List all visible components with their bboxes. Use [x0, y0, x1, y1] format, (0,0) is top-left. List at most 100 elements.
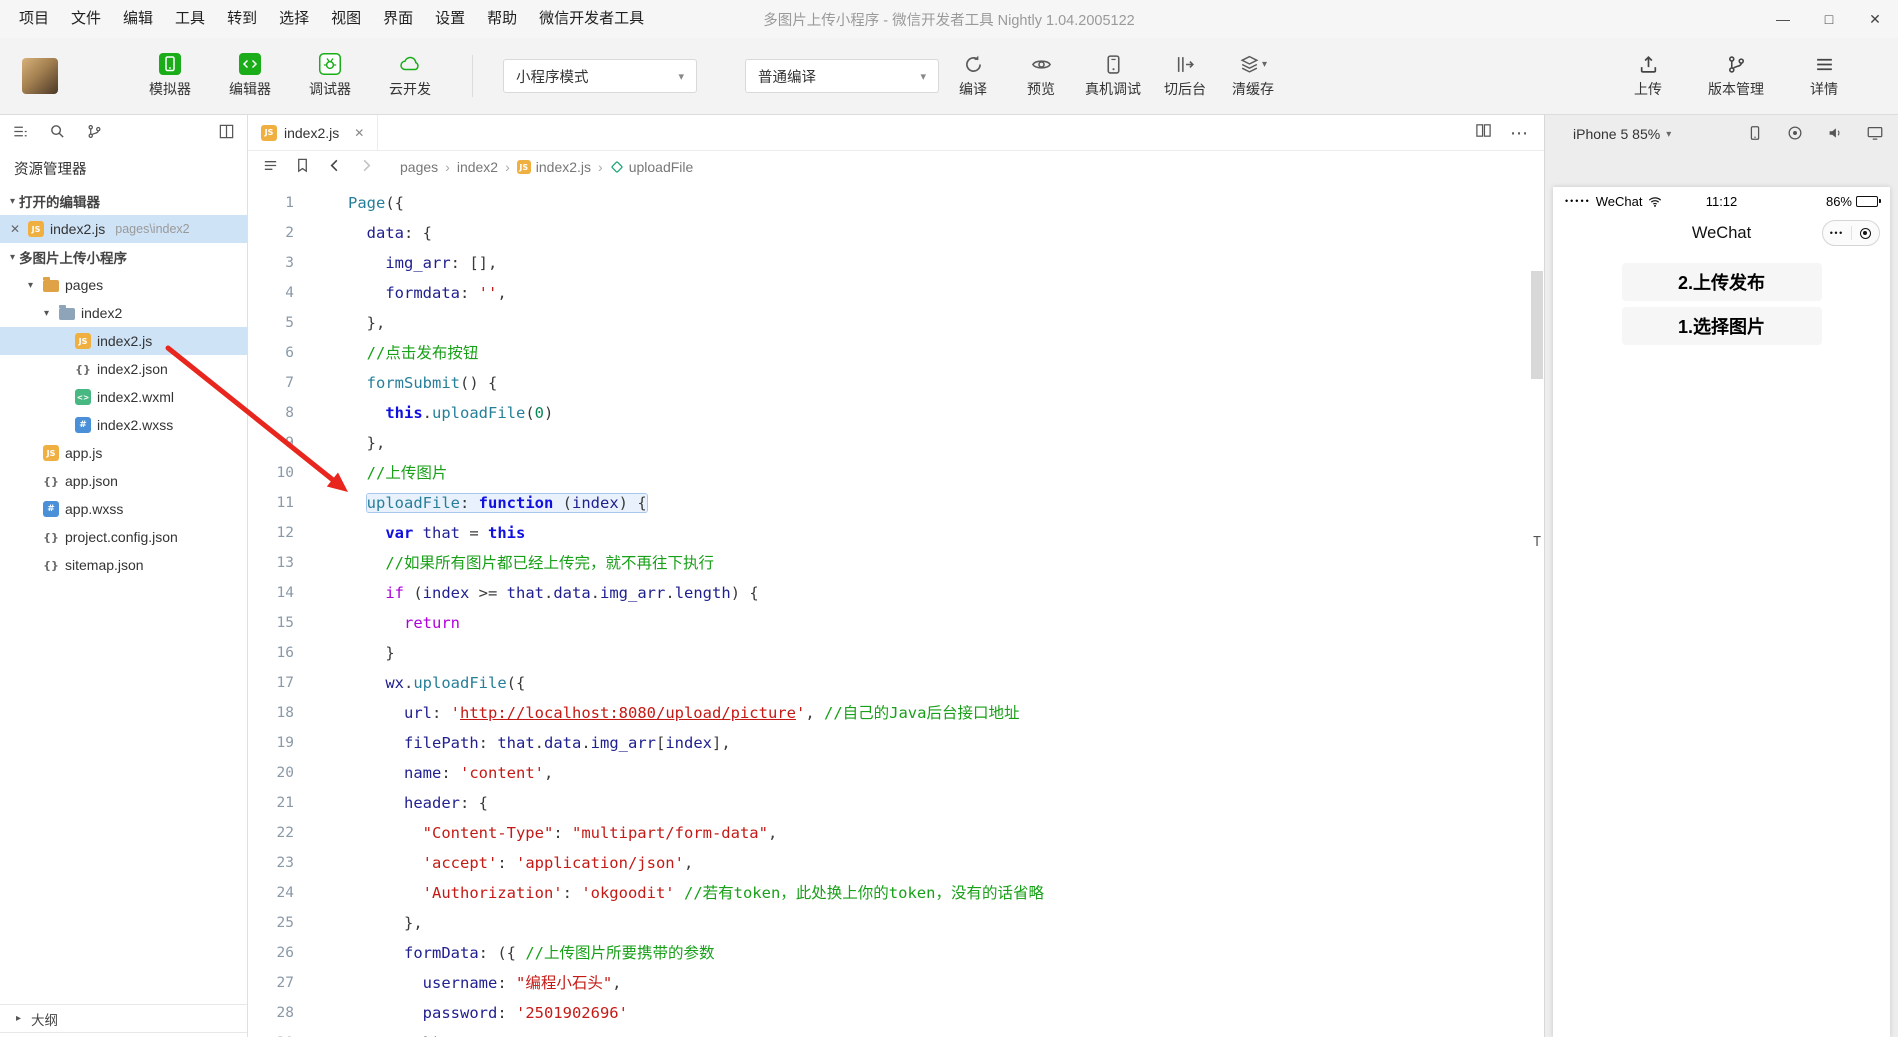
- code-line[interactable]: },: [348, 308, 1544, 338]
- line-number[interactable]: 8: [248, 398, 294, 428]
- split-editor-button[interactable]: [1475, 122, 1492, 144]
- line-number[interactable]: 4: [248, 278, 294, 308]
- line-number[interactable]: 9: [248, 428, 294, 458]
- rotate-device-button[interactable]: [1746, 124, 1764, 145]
- menu-item[interactable]: 编辑: [112, 0, 164, 38]
- upload-button[interactable]: 上传: [1624, 54, 1672, 99]
- display-button[interactable]: [1866, 124, 1884, 145]
- maximize-button[interactable]: □: [1806, 0, 1852, 38]
- collapse-panel-button[interactable]: [218, 123, 235, 145]
- line-number[interactable]: 2: [248, 218, 294, 248]
- compile-select[interactable]: 普通编译 ▾: [745, 59, 939, 93]
- code-line[interactable]: url: 'http://localhost:8080/upload/pictu…: [348, 698, 1544, 728]
- miniprogram-button[interactable]: 2.上传发布: [1621, 263, 1822, 301]
- line-number[interactable]: 23: [248, 848, 294, 878]
- tree-item[interactable]: JS index2.js: [0, 327, 247, 355]
- tree-item[interactable]: {} sitemap.json: [0, 551, 247, 579]
- line-number[interactable]: 7: [248, 368, 294, 398]
- open-editors-header[interactable]: ▾ 打开的编辑器: [0, 187, 247, 215]
- tab-close-icon[interactable]: ✕: [354, 126, 364, 140]
- code-line[interactable]: Page({: [348, 188, 1544, 218]
- menu-item[interactable]: 项目: [8, 0, 60, 38]
- outline-list-button[interactable]: [262, 157, 279, 177]
- code-line[interactable]: //点击发布按钮: [348, 338, 1544, 368]
- tree-item[interactable]: # app.wxss: [0, 495, 247, 523]
- code-line[interactable]: header: {: [348, 788, 1544, 818]
- line-number[interactable]: 17: [248, 668, 294, 698]
- code-line[interactable]: img_arr: [],: [348, 248, 1544, 278]
- debugger-toggle-button[interactable]: 调试器: [298, 53, 362, 99]
- line-number[interactable]: 27: [248, 968, 294, 998]
- line-number[interactable]: 18: [248, 698, 294, 728]
- code-editor[interactable]: 1 2 3 4 5 6 7 8 9 10 11 12 13 14 15 16 17 18 19 20 21 22 23 24 2…: [248, 183, 1544, 1037]
- line-number[interactable]: 1: [248, 188, 294, 218]
- screenshot-button[interactable]: [1786, 124, 1804, 145]
- tree-item[interactable]: <> index2.wxml: [0, 383, 247, 411]
- miniprogram-button[interactable]: 1.选择图片: [1621, 307, 1822, 345]
- line-number[interactable]: 28: [248, 998, 294, 1028]
- menu-item[interactable]: 设置: [424, 0, 476, 38]
- project-header[interactable]: ▾ 多图片上传小程序: [0, 243, 247, 271]
- code-line[interactable]: },: [348, 428, 1544, 458]
- code-line[interactable]: "Content-Type": "multipart/form-data",: [348, 818, 1544, 848]
- line-number[interactable]: 26: [248, 938, 294, 968]
- tree-item[interactable]: ▾ pages: [0, 271, 247, 299]
- sidebar-section[interactable]: ▸时间线: [0, 1032, 247, 1037]
- line-number[interactable]: 5: [248, 308, 294, 338]
- breadcrumb-item[interactable]: pages: [400, 159, 438, 175]
- line-number[interactable]: 29: [248, 1028, 294, 1037]
- code-line[interactable]: data: {: [348, 218, 1544, 248]
- breadcrumb-item[interactable]: JS index2.js: [516, 159, 591, 175]
- tree-item[interactable]: {} project.config.json: [0, 523, 247, 551]
- sidebar-section[interactable]: ▸ 大纲: [0, 1004, 247, 1032]
- line-number[interactable]: 3: [248, 248, 294, 278]
- breadcrumb-item[interactable]: index2: [457, 159, 498, 175]
- tree-item[interactable]: ▾ index2: [0, 299, 247, 327]
- line-number[interactable]: 14: [248, 578, 294, 608]
- code-line[interactable]: return: [348, 608, 1544, 638]
- code-line[interactable]: if (index >= that.data.img_arr.length) {: [348, 578, 1544, 608]
- menu-item[interactable]: 视图: [320, 0, 372, 38]
- details-button[interactable]: 详情: [1800, 54, 1848, 99]
- device-selector[interactable]: iPhone 5 85%: [1573, 126, 1660, 142]
- menu-item[interactable]: 转到: [216, 0, 268, 38]
- code-line[interactable]: password: '2501902696': [348, 998, 1544, 1028]
- simulator-toggle-button[interactable]: 模拟器: [138, 53, 202, 99]
- line-number[interactable]: 10: [248, 458, 294, 488]
- menu-item[interactable]: 微信开发者工具: [528, 0, 655, 38]
- files-list-button[interactable]: [12, 123, 29, 145]
- code-line[interactable]: }),: [348, 1028, 1544, 1037]
- code-line[interactable]: wx.uploadFile({: [348, 668, 1544, 698]
- code-line[interactable]: //如果所有图片都已经上传完，就不再往下执行: [348, 548, 1544, 578]
- menu-item[interactable]: 工具: [164, 0, 216, 38]
- line-number[interactable]: 21: [248, 788, 294, 818]
- editor-tab[interactable]: JS index2.js ✕: [248, 115, 379, 150]
- code-line[interactable]: this.uploadFile(0): [348, 398, 1544, 428]
- user-avatar[interactable]: [22, 58, 58, 94]
- tree-item[interactable]: JS app.js: [0, 439, 247, 467]
- tree-item[interactable]: {} app.json: [0, 467, 247, 495]
- version-button[interactable]: 版本管理: [1708, 54, 1764, 99]
- close-button[interactable]: ✕: [1852, 0, 1898, 38]
- code-line[interactable]: 'accept': 'application/json',: [348, 848, 1544, 878]
- capsule-close-button[interactable]: [1852, 221, 1880, 245]
- mode-select[interactable]: 小程序模式 ▾: [503, 59, 697, 93]
- code-line[interactable]: //上传图片: [348, 458, 1544, 488]
- more-actions-button[interactable]: ⋯: [1510, 124, 1528, 142]
- line-number[interactable]: 25: [248, 908, 294, 938]
- menu-item[interactable]: 帮助: [476, 0, 528, 38]
- open-editor-item[interactable]: ✕ JS index2.js pages\index2: [0, 215, 247, 243]
- minimize-button[interactable]: —: [1760, 0, 1806, 38]
- line-number[interactable]: 19: [248, 728, 294, 758]
- code-line[interactable]: var that = this: [348, 518, 1544, 548]
- clear-cache-button[interactable]: ▾ 清缓存: [1229, 54, 1277, 99]
- editor-scrollbar[interactable]: [1530, 183, 1544, 1037]
- menu-item[interactable]: 文件: [60, 0, 112, 38]
- editor-toggle-button[interactable]: 编辑器: [218, 53, 282, 99]
- line-number[interactable]: 15: [248, 608, 294, 638]
- tree-item[interactable]: {} index2.json: [0, 355, 247, 383]
- source-control-button[interactable]: [86, 123, 103, 145]
- cloud-dev-toggle-button[interactable]: 云开发: [378, 53, 442, 99]
- bookmark-button[interactable]: [294, 157, 311, 177]
- line-number[interactable]: 24: [248, 878, 294, 908]
